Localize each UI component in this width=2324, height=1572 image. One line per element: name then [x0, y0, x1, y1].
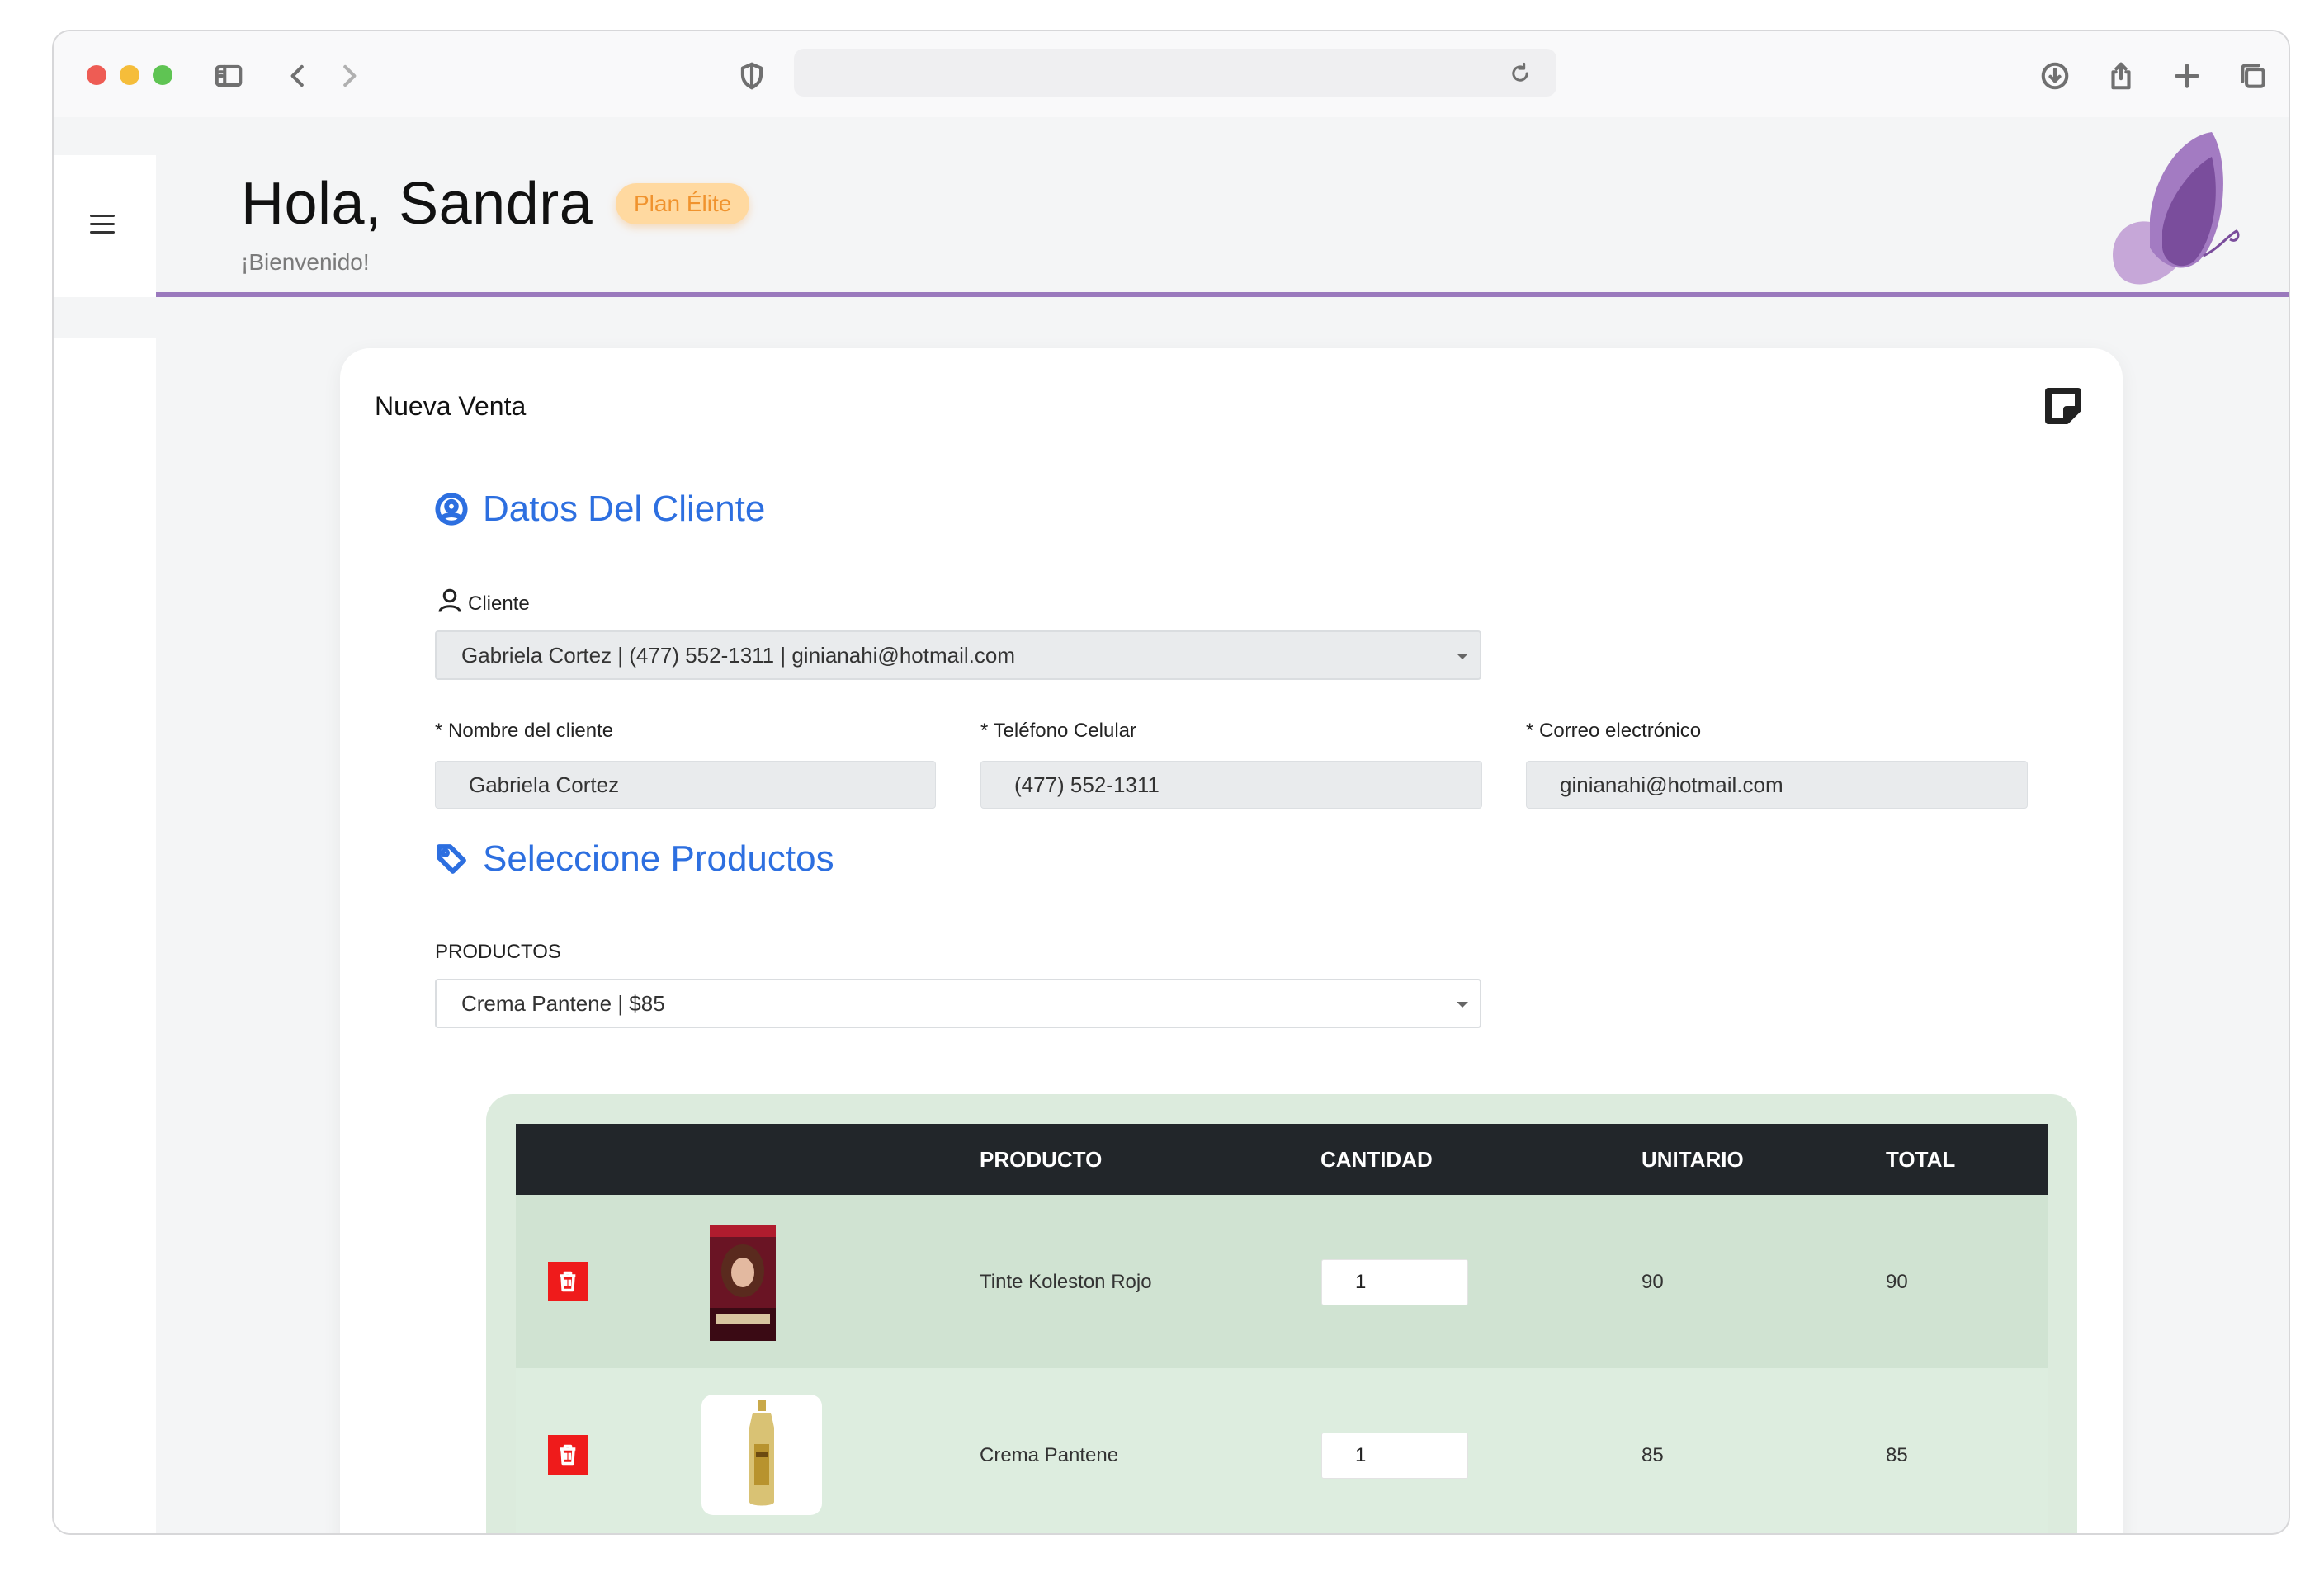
note-icon[interactable]	[2043, 386, 2083, 426]
chevron-down-icon	[1457, 1002, 1468, 1008]
unit-price: 85	[1641, 1444, 1664, 1466]
product-image-koleston	[710, 1225, 776, 1341]
trash-icon	[560, 1271, 576, 1292]
reload-icon[interactable]	[1500, 54, 1540, 93]
client-select-value: Gabriela Cortez | (477) 552-1311 | ginia…	[461, 643, 1015, 668]
products-table: PRODUCTO CANTIDAD UNITARIO TOTAL Tinte K…	[486, 1094, 2077, 1533]
user-icon	[438, 588, 461, 612]
delete-button[interactable]	[548, 1435, 588, 1475]
user-circle-icon	[435, 493, 468, 526]
card-title: Nueva Venta	[375, 391, 527, 421]
quantity-input[interactable]: 1	[1321, 1433, 1468, 1479]
address-bar[interactable]	[794, 49, 1556, 97]
maximize-window-button[interactable]	[153, 65, 172, 85]
quantity-input[interactable]: 1	[1321, 1259, 1468, 1305]
product-name: Crema Pantene	[980, 1444, 1119, 1466]
row-total: 90	[1886, 1271, 1908, 1293]
products-section-title: Seleccione Productos	[435, 838, 834, 880]
header-divider	[156, 292, 2289, 297]
header-product: PRODUCTO	[980, 1147, 1103, 1172]
page-title: Hola, Sandra	[241, 171, 593, 237]
chevron-down-icon	[1457, 654, 1468, 659]
product-image-pantene	[701, 1395, 822, 1515]
tabs-overview-icon[interactable]	[2233, 56, 2273, 96]
sidebar-panel	[54, 338, 156, 1533]
header-quantity: CANTIDAD	[1320, 1147, 1433, 1172]
product-select-value: Crema Pantene | $85	[461, 991, 665, 1016]
client-select[interactable]: Gabriela Cortez | (477) 552-1311 | ginia…	[435, 630, 1481, 680]
header-unit-price: UNITARIO	[1641, 1147, 1744, 1172]
share-icon[interactable]	[2101, 56, 2141, 96]
name-field[interactable]: Gabriela Cortez	[435, 761, 936, 809]
plan-badge: Plan Élite	[616, 183, 750, 224]
product-select[interactable]: Crema Pantene | $85	[435, 979, 1481, 1028]
email-label: * Correo electrónico	[1526, 720, 1702, 742]
phone-field[interactable]: (477) 552-1311	[980, 761, 1482, 809]
client-label: Cliente	[435, 586, 530, 616]
table-row: Crema Pantene 1 85 85	[516, 1368, 2048, 1533]
shield-icon[interactable]	[732, 56, 772, 96]
new-sale-card: Nueva Venta Datos Del Cliente Cliente Ga…	[340, 348, 2123, 1533]
name-label: * Nombre del cliente	[435, 720, 614, 742]
products-section-label: Seleccione Productos	[483, 838, 834, 879]
welcome-subtitle: ¡Bienvenido!	[241, 249, 370, 275]
trash-icon	[560, 1444, 576, 1466]
browser-window: Hola, Sandra Plan Élite ¡Bienvenido! Nue…	[52, 30, 2290, 1535]
row-total: 85	[1886, 1444, 1908, 1466]
browser-toolbar	[54, 31, 2289, 117]
client-section-label: Datos Del Cliente	[483, 489, 766, 529]
table-row: Tinte Koleston Rojo 1 90 90	[516, 1195, 2048, 1368]
email-field[interactable]: ginianahi@hotmail.com	[1526, 761, 2028, 809]
new-tab-icon[interactable]	[2167, 56, 2207, 96]
product-name: Tinte Koleston Rojo	[980, 1271, 1152, 1293]
download-icon[interactable]	[2035, 56, 2075, 96]
minimize-window-button[interactable]	[120, 65, 139, 85]
client-section-title: Datos Del Cliente	[435, 489, 765, 530]
back-icon[interactable]	[278, 56, 318, 96]
forward-icon[interactable]	[329, 56, 369, 96]
menu-icon[interactable]	[90, 215, 115, 234]
table-header: PRODUCTO CANTIDAD UNITARIO TOTAL	[516, 1124, 2048, 1195]
close-window-button[interactable]	[87, 65, 106, 85]
unit-price: 90	[1641, 1271, 1664, 1293]
delete-button[interactable]	[548, 1262, 588, 1301]
client-label-text: Cliente	[468, 592, 530, 615]
tag-icon	[437, 844, 466, 874]
products-label: PRODUCTOS	[435, 941, 561, 963]
sidebar-toggle-icon[interactable]	[209, 56, 248, 96]
butterfly-logo	[2113, 132, 2240, 285]
phone-label: * Teléfono Celular	[980, 720, 1137, 742]
header-total: TOTAL	[1886, 1147, 1956, 1172]
